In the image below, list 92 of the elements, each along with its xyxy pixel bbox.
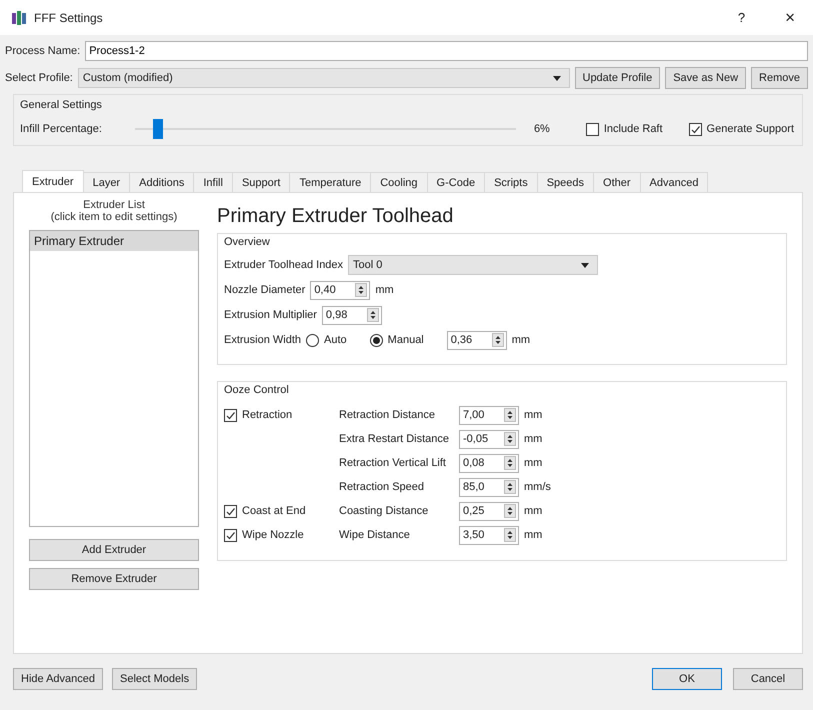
number-field[interactable]: 0,25: [459, 502, 519, 520]
tab[interactable]: G-Code: [428, 172, 486, 193]
number-field[interactable]: 85,0: [459, 478, 519, 496]
field-label: Coasting Distance: [339, 505, 430, 517]
dialog-button[interactable]: OK: [652, 668, 722, 690]
spinner-arrows-icon: [504, 528, 516, 542]
list-item[interactable]: Primary Extruder: [30, 231, 198, 251]
number-field[interactable]: 7,00: [459, 406, 519, 424]
extruder-button[interactable]: Add Extruder: [29, 539, 199, 561]
tab[interactable]: Infill: [194, 172, 233, 193]
field-label: Wipe Distance: [339, 529, 411, 541]
field-label: Select Profile:: [5, 72, 73, 84]
tab[interactable]: Advanced: [640, 172, 708, 193]
dropdown-caret-icon: [581, 262, 590, 268]
spinner-arrows-icon: [366, 308, 379, 322]
window-title: FFF Settings: [34, 10, 103, 24]
field-label: Extrusion Width: [224, 334, 302, 346]
radio-button[interactable]: [306, 334, 320, 346]
group-title: Overview: [224, 236, 271, 248]
section-heading: Primary Extruder Toolhead: [217, 205, 454, 228]
field-label: Extrusion Multiplier: [224, 309, 317, 321]
spinner-arrows-icon: [355, 283, 368, 297]
number-field[interactable]: 0,36: [446, 330, 507, 350]
group-title: Ooze Control: [224, 384, 290, 396]
app-logo-icon: [12, 10, 26, 24]
tab[interactable]: Additions: [130, 172, 194, 193]
profile-dropdown[interactable]: Custom (modified): [78, 68, 570, 88]
footer-button[interactable]: Hide Advanced: [13, 668, 103, 690]
checkbox-label: Wipe Nozzle: [242, 529, 304, 541]
spinner-arrows-icon: [504, 480, 516, 494]
extruder-button[interactable]: Remove Extruder: [29, 568, 199, 590]
checkbox-label: Coast at End: [242, 505, 306, 517]
footer-button[interactable]: Select Models: [112, 668, 198, 690]
unit-label: mm: [524, 409, 542, 421]
unit-label: mm: [524, 457, 542, 469]
field-label: Extra Restart Distance: [339, 433, 450, 445]
checkbox-label: Retraction: [242, 409, 292, 421]
toolhead-dropdown[interactable]: Tool 0: [348, 255, 598, 275]
spinner-arrows-icon: [492, 333, 504, 347]
tab[interactable]: Temperature: [290, 172, 372, 193]
slider-value: 6%: [534, 123, 550, 135]
dropdown-caret-icon: [552, 76, 560, 80]
spinner-arrows-icon: [504, 432, 516, 446]
tab[interactable]: Extruder: [22, 170, 84, 193]
tab[interactable]: Speeds: [538, 172, 594, 193]
unit-label: mm: [524, 505, 542, 517]
radio-label: Auto: [324, 334, 347, 346]
process-name-field[interactable]: Process1-2: [85, 41, 808, 61]
tab[interactable]: Support: [232, 172, 290, 193]
unit-label: mm/s: [524, 481, 551, 493]
field-label: Nozzle Diameter: [224, 284, 306, 296]
tab[interactable]: Scripts: [485, 172, 538, 193]
number-field[interactable]: 0,08: [459, 454, 519, 472]
slider-label: Infill Percentage:: [20, 123, 102, 135]
number-field[interactable]: -0,05: [459, 430, 519, 448]
checkbox[interactable]: [224, 528, 237, 542]
checkbox-label: Generate Support: [706, 123, 794, 135]
field-label: Retraction Vertical Lift: [339, 457, 447, 469]
profile-button[interactable]: Remove: [751, 67, 808, 89]
unit-label: mm: [524, 529, 542, 541]
number-field[interactable]: 3,50: [459, 526, 519, 544]
number-field[interactable]: 0,98: [322, 306, 382, 324]
radio-label: Manual: [388, 334, 424, 346]
tab[interactable]: Layer: [84, 172, 130, 193]
checkbox[interactable]: [224, 408, 237, 422]
close-button[interactable]: ×: [775, 8, 805, 28]
radio-button[interactable]: [370, 334, 383, 346]
group-title: General Settings: [20, 99, 103, 111]
profile-button[interactable]: Save as New: [665, 67, 746, 89]
unit-label: mm: [512, 334, 530, 346]
field-label: Process Name:: [5, 45, 80, 57]
profile-button[interactable]: Update Profile: [574, 67, 660, 89]
field-label: Extruder Toolhead Index: [224, 259, 344, 271]
spinner-arrows-icon: [504, 408, 516, 422]
spinner-arrows-icon: [504, 504, 516, 518]
slider-thumb[interactable]: [152, 119, 163, 139]
dialog-button[interactable]: Cancel: [733, 668, 803, 690]
unit-label: mm: [524, 433, 542, 445]
tab[interactable]: Cooling: [371, 172, 428, 193]
tab[interactable]: Other: [594, 172, 641, 193]
list-heading: Extruder List: [82, 199, 146, 211]
number-field[interactable]: 0,40: [310, 280, 370, 300]
checkbox[interactable]: [586, 122, 599, 136]
checkbox[interactable]: [224, 504, 237, 518]
checkbox[interactable]: [688, 122, 702, 136]
field-label: Retraction Distance: [339, 409, 436, 421]
spinner-arrows-icon: [504, 456, 516, 470]
unit-label: mm: [375, 284, 394, 296]
help-button[interactable]: ?: [728, 10, 756, 25]
field-label: Retraction Speed: [339, 481, 425, 493]
list-heading: (click item to edit settings): [50, 211, 178, 223]
checkbox-label: Include Raft: [604, 123, 663, 135]
